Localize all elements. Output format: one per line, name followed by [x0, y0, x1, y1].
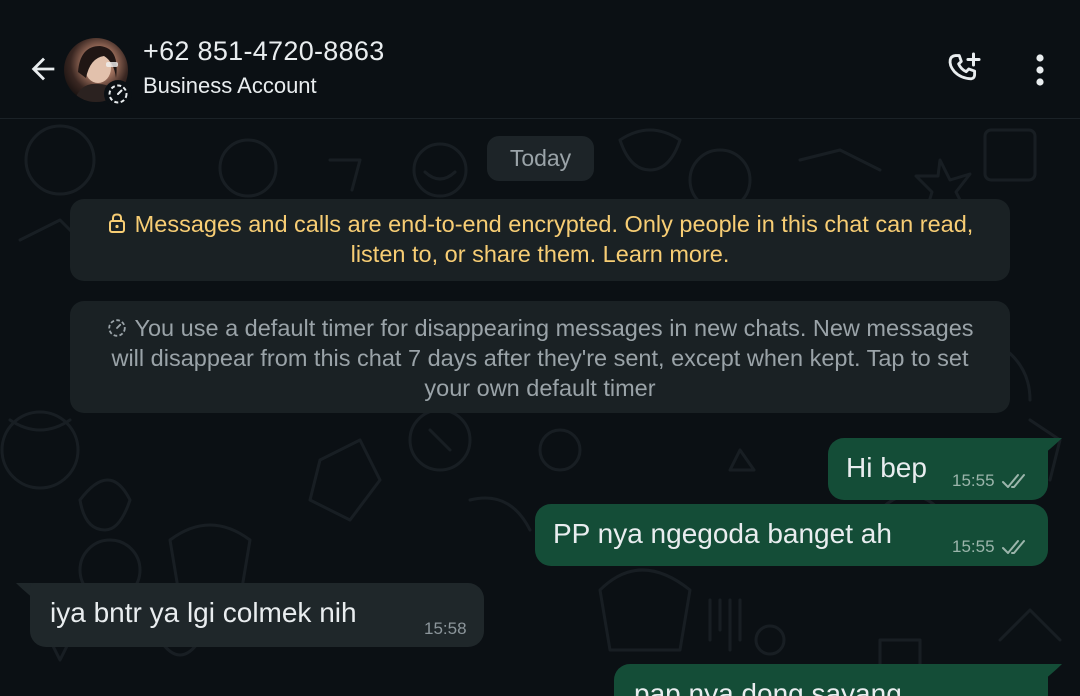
add-call-icon	[948, 52, 981, 81]
back-button[interactable]	[22, 48, 64, 90]
message-meta: 15:58	[424, 619, 467, 639]
outgoing-message[interactable]: PP nya ngegoda banget ah 15:55	[535, 504, 1048, 566]
date-chip: Today	[487, 136, 594, 181]
disappearing-timer-icon	[108, 319, 127, 337]
message-time: 15:58	[424, 619, 467, 638]
message-list[interactable]: Today Messages and calls are end-to-end …	[0, 120, 1080, 696]
arrow-left-icon	[31, 57, 55, 81]
message-text: PP nya ngegoda banget ah	[553, 518, 892, 549]
timer-notice-text: You use a default timer for disappearing…	[111, 315, 974, 401]
contact-subtitle[interactable]: Business Account	[143, 73, 317, 99]
double-check-icon	[1001, 540, 1025, 554]
outgoing-message[interactable]: Hi bep 15:55	[828, 438, 1048, 500]
message-meta: 15:55	[952, 537, 1031, 557]
message-time: 15:55	[952, 537, 995, 556]
encryption-notice-text: Messages and calls are end-to-end encryp…	[134, 211, 974, 267]
incoming-message[interactable]: iya bntr ya lgi colmek nih 15:58	[30, 583, 484, 647]
lock-icon	[108, 213, 125, 233]
disappearing-timer-icon	[104, 80, 132, 108]
message-text: pap nya dong sayang	[634, 678, 902, 696]
message-meta: 15:55	[952, 471, 1031, 491]
chat-header: +62 851-4720-8863 Business Account	[0, 0, 1080, 119]
outgoing-message[interactable]: pap nya dong sayang	[614, 664, 1048, 696]
more-options-button[interactable]	[1018, 48, 1062, 92]
message-text: iya bntr ya lgi colmek nih	[50, 597, 357, 628]
bubble-tail	[1044, 438, 1062, 454]
contact-name[interactable]: +62 851-4720-8863	[143, 36, 385, 67]
chat-screen: +62 851-4720-8863 Business Account Today…	[0, 0, 1080, 696]
more-vertical-icon	[1036, 54, 1044, 86]
message-time: 15:55	[952, 471, 995, 490]
double-check-icon	[1001, 474, 1025, 488]
add-call-button[interactable]	[940, 48, 988, 90]
message-text: Hi bep	[846, 452, 927, 483]
encryption-notice[interactable]: Messages and calls are end-to-end encryp…	[70, 199, 1010, 281]
bubble-tail	[1044, 664, 1062, 680]
contact-avatar-button[interactable]	[64, 38, 132, 108]
disappearing-timer-notice[interactable]: You use a default timer for disappearing…	[70, 301, 1010, 413]
